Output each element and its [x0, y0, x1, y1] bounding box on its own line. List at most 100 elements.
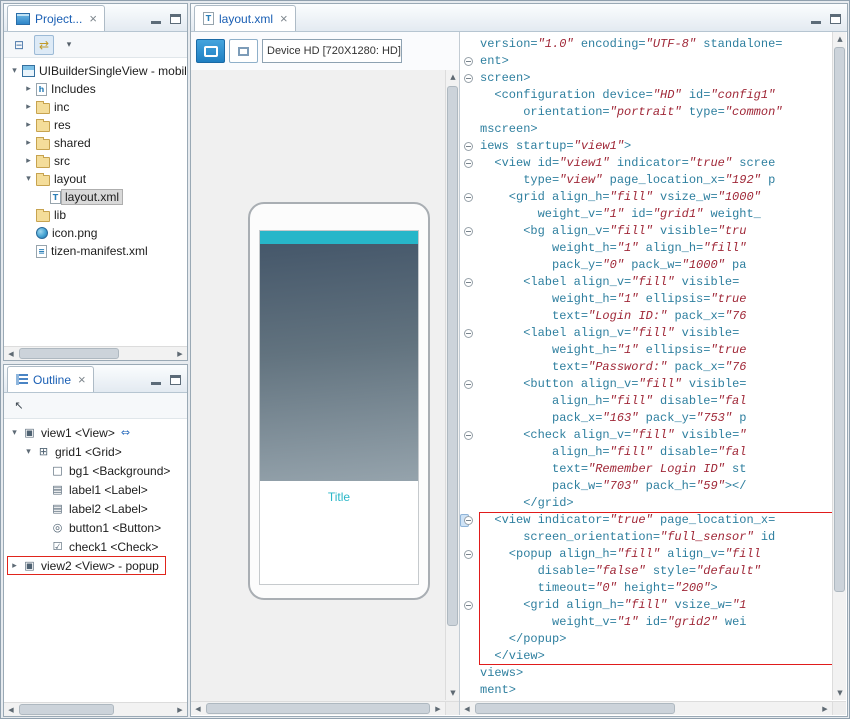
outline-item-view1[interactable]: ▾▣view1 <View>⇔ [4, 423, 187, 442]
scroll-down-icon[interactable]: ▼ [446, 686, 460, 700]
code-line[interactable]: <label align_v="fill" visible= [480, 325, 832, 342]
code-line[interactable]: ment> [480, 682, 832, 699]
code-line[interactable]: weight_h="1" ellipsis="true [480, 342, 832, 359]
maximize-icon[interactable] [830, 14, 841, 24]
code-line[interactable]: pack_x="163" pack_y="753" p [480, 410, 832, 427]
maximize-icon[interactable] [170, 375, 181, 385]
scroll-right-icon[interactable]: ▶ [173, 703, 187, 717]
tree-item-icon-png[interactable]: icon.png [4, 224, 187, 242]
scroll-left-icon[interactable]: ◀ [460, 702, 474, 716]
scroll-down-icon[interactable]: ▼ [833, 686, 847, 700]
code-line[interactable]: orientation="portrait" type="common" [480, 104, 832, 121]
scrollbar-thumb[interactable] [19, 704, 114, 715]
collapse-all-icon[interactable]: ⊟ [9, 35, 29, 55]
scrollbar-thumb[interactable] [19, 348, 119, 359]
fold-collapse-icon[interactable] [464, 74, 473, 83]
code-line[interactable]: disable="false" style="default" [480, 563, 832, 580]
device-preview[interactable]: Title [248, 202, 430, 600]
code-line[interactable]: <configuration device="HD" id="config1" [480, 87, 832, 104]
project-horizontal-scrollbar[interactable]: ◀ ▶ [4, 346, 187, 360]
code-line[interactable]: </view> [480, 648, 832, 665]
code-line[interactable]: text="Password:" pack_x="76 [480, 359, 832, 376]
expand-arrow-icon[interactable]: ▸ [8, 561, 21, 571]
scroll-up-icon[interactable]: ▲ [446, 70, 460, 84]
fold-collapse-icon[interactable] [464, 57, 473, 66]
code-line[interactable]: version="1.0" encoding="UTF-8" standalon… [480, 36, 832, 53]
minimize-icon[interactable] [151, 21, 161, 24]
scroll-left-icon[interactable]: ◀ [4, 703, 18, 717]
expand-arrow-icon[interactable]: ▸ [22, 120, 35, 130]
code-line[interactable]: <bg align_v="fill" visible="tru [480, 223, 832, 240]
minimize-icon[interactable] [811, 21, 821, 24]
expand-arrow-icon[interactable]: ▸ [22, 84, 35, 94]
tab-layout-xml[interactable]: T layout.xml × [194, 5, 296, 31]
fold-collapse-icon[interactable] [464, 380, 473, 389]
collapse-arrow-icon[interactable]: ▾ [22, 174, 35, 184]
expand-arrow-icon[interactable]: ▸ [22, 156, 35, 166]
code-line[interactable]: <check align_v="fill" visible=" [480, 427, 832, 444]
scrollbar-thumb[interactable] [447, 86, 458, 626]
code-line[interactable]: timeout="0" height="200"> [480, 580, 832, 597]
fold-collapse-icon[interactable] [464, 227, 473, 236]
expand-arrow-icon[interactable]: ▸ [22, 138, 35, 148]
design-horizontal-scrollbar[interactable]: ◀ ▶ [191, 701, 445, 715]
outline-item-bg1[interactable]: □bg1 <Background> [4, 461, 187, 480]
code-line[interactable]: <view indicator="true" page_location_x= [480, 512, 832, 529]
scroll-left-icon[interactable]: ◀ [4, 347, 18, 361]
code-line[interactable]: pack_w="703" pack_h="59"></ [480, 478, 832, 495]
preview-mode-button[interactable] [229, 39, 258, 63]
design-vertical-scrollbar[interactable]: ▲ ▼ [445, 70, 459, 700]
code-line[interactable]: iews startup="view1"> [480, 138, 832, 155]
scroll-right-icon[interactable]: ▶ [173, 347, 187, 361]
code-line[interactable]: <button align_v="fill" visible= [480, 376, 832, 393]
code-line[interactable]: </popup> [480, 631, 832, 648]
code-line[interactable]: <label align_v="fill" visible= [480, 274, 832, 291]
outline-item-button1[interactable]: ◎button1 <Button> [4, 518, 187, 537]
code-line[interactable]: weight_h="1" ellipsis="true [480, 291, 832, 308]
design-mode-button[interactable] [196, 39, 225, 63]
tree-item-layout-xml[interactable]: Tlayout.xml [4, 188, 187, 206]
tab-project-explorer[interactable]: Project... × [7, 5, 105, 31]
code-line[interactable]: weight_v="1" id="grid1" weight_ [480, 206, 832, 223]
view-menu-icon[interactable]: ▾ [59, 35, 79, 55]
outline-item-view2[interactable]: ▸▣view2 <View> - popup [4, 556, 187, 575]
code-line[interactable]: type="view" page_location_x="192" p [480, 172, 832, 189]
source-vertical-scrollbar[interactable]: ▲ ▼ [832, 32, 846, 700]
tab-outline[interactable]: Outline × [7, 366, 94, 392]
code-line[interactable]: text="Remember Login ID" st [480, 461, 832, 478]
collapse-arrow-icon[interactable]: ▾ [8, 428, 21, 438]
outline-item-label2[interactable]: ▤label2 <Label> [4, 499, 187, 518]
code-line[interactable]: text="Login ID:" pack_x="76 [480, 308, 832, 325]
code-line[interactable]: mscreen> [480, 121, 832, 138]
fold-collapse-icon[interactable] [464, 142, 473, 151]
fold-collapse-icon[interactable] [464, 159, 473, 168]
tree-item-includes[interactable]: ▸hIncludes [4, 80, 187, 98]
tree-item-uibuildersingleview[interactable]: ▾UIBuilderSingleView - mobile [4, 62, 187, 80]
code-line[interactable]: ent> [480, 53, 832, 70]
code-line[interactable]: screen> [480, 70, 832, 87]
tree-item-lib[interactable]: lib [4, 206, 187, 224]
outline-horizontal-scrollbar[interactable]: ◀ ▶ [4, 702, 187, 716]
minimize-icon[interactable] [151, 382, 161, 385]
code-line[interactable]: views> [480, 665, 832, 682]
fold-collapse-icon[interactable] [464, 516, 473, 525]
code-line[interactable]: </grid> [480, 495, 832, 512]
tree-item-tizen-manifest[interactable]: ≡tizen-manifest.xml [4, 242, 187, 260]
code-line[interactable]: <view id="view1" indicator="true" scree [480, 155, 832, 172]
scrollbar-thumb[interactable] [475, 703, 675, 714]
tree-item-src[interactable]: ▸src [4, 152, 187, 170]
pick-tool-icon[interactable]: ↖ [9, 396, 29, 416]
fold-collapse-icon[interactable] [464, 278, 473, 287]
code-line[interactable]: align_h="fill" disable="fal [480, 444, 832, 461]
code-line[interactable]: pack_y="0" pack_w="1000" pa [480, 257, 832, 274]
source-horizontal-scrollbar[interactable]: ◀ ▶ [460, 701, 832, 715]
scroll-up-icon[interactable]: ▲ [833, 32, 847, 46]
fold-collapse-icon[interactable] [464, 550, 473, 559]
tree-item-inc[interactable]: ▸inc [4, 98, 187, 116]
collapse-arrow-icon[interactable]: ▾ [22, 447, 35, 457]
expand-arrow-icon[interactable]: ▸ [22, 102, 35, 112]
close-icon[interactable]: × [280, 12, 288, 25]
device-selector[interactable]: Device HD [720X1280: HD] [262, 39, 402, 63]
close-icon[interactable]: × [89, 12, 97, 25]
link-with-editor-icon[interactable]: ⇄ [34, 35, 54, 55]
